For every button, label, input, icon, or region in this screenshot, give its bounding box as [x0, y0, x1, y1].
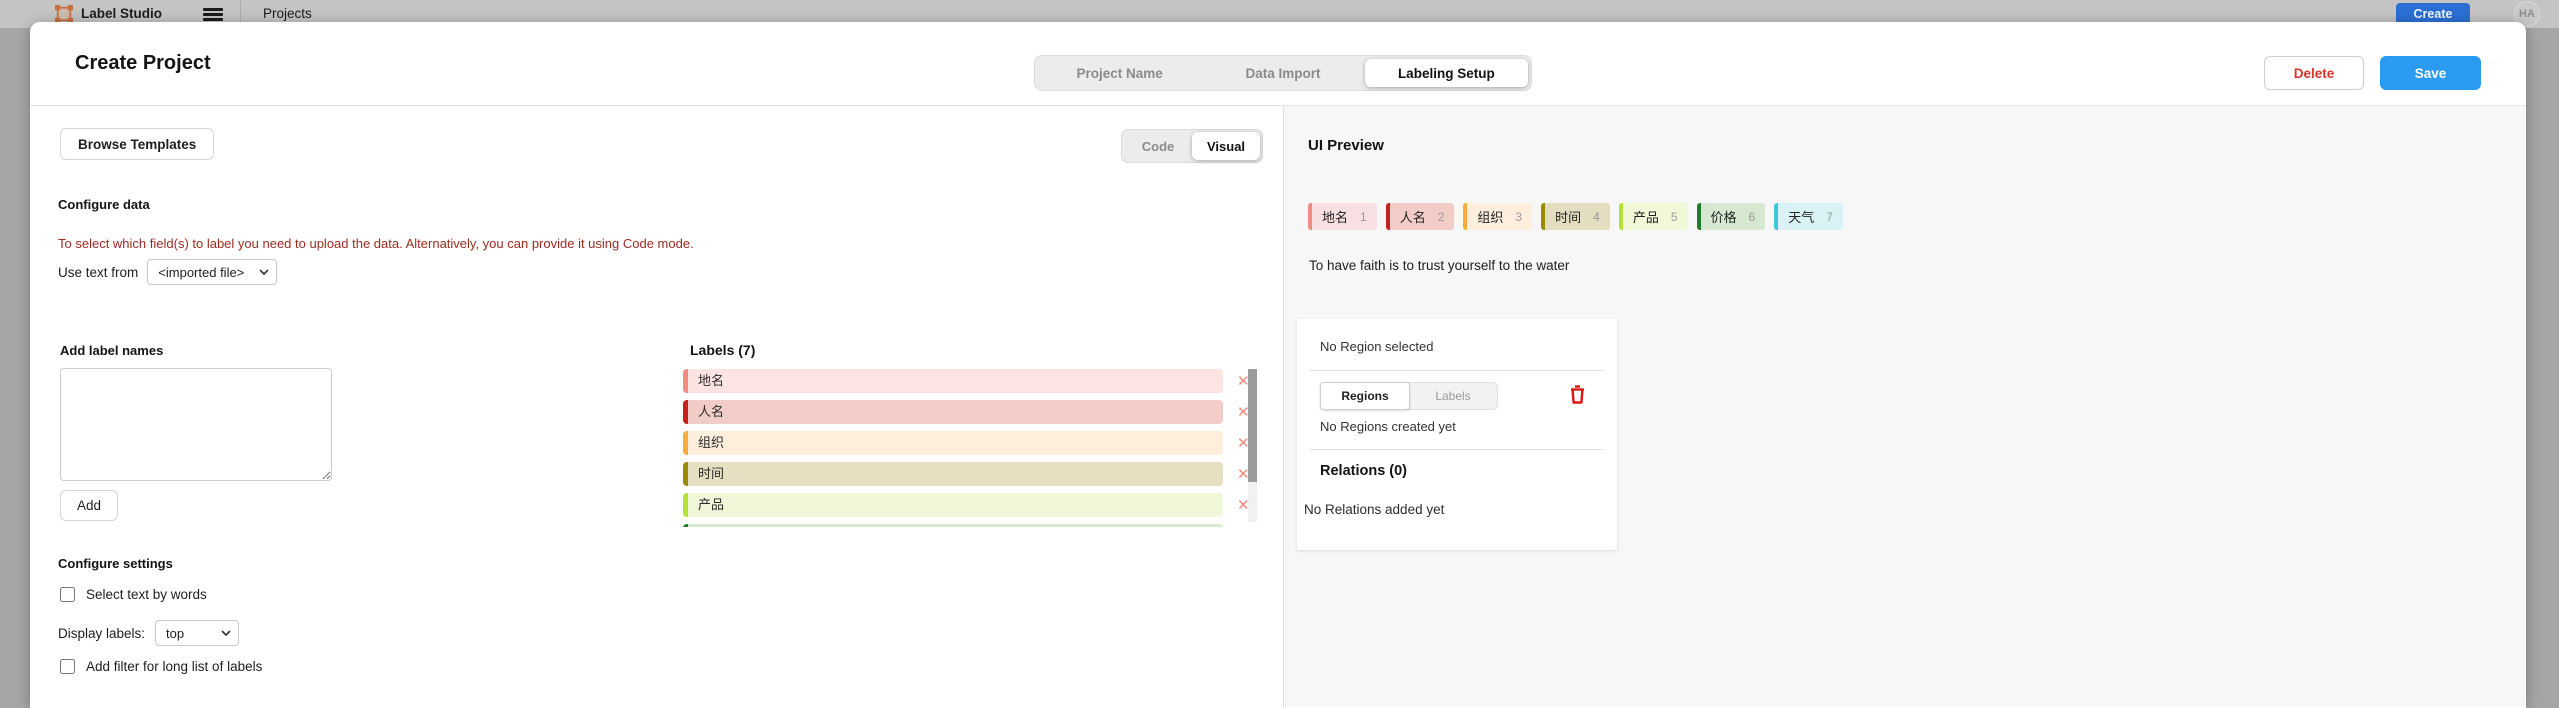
preview-label-tag[interactable]: 产品 5 — [1619, 203, 1688, 230]
preview-label-tag[interactable]: 人名 2 — [1386, 203, 1455, 230]
add-filter-row: Add filter for long list of labels — [60, 659, 262, 674]
labels-count-heading: Labels (7) — [690, 342, 755, 358]
preview-label-tag[interactable]: 时间 4 — [1541, 203, 1610, 230]
preview-tag-hotkey: 3 — [1515, 210, 1522, 224]
preview-label-tag[interactable]: 价格 6 — [1697, 203, 1766, 230]
page-title: Create Project — [75, 52, 211, 75]
preview-tag-hotkey: 2 — [1438, 210, 1445, 224]
label-row: 产品✕ — [683, 493, 1258, 517]
regions-labels-toggle: Regions Labels — [1320, 382, 1498, 410]
add-label-button[interactable]: Add — [60, 490, 118, 521]
configure-data-heading: Configure data — [58, 197, 150, 212]
preview-tag-label: 时间 — [1555, 207, 1581, 226]
label-pill: 价格 — [683, 524, 1223, 527]
region-panel: No Region selected Regions Labels No Reg… — [1297, 319, 1617, 550]
use-text-from-row: Use text from <imported file> — [58, 259, 277, 285]
no-region-selected-text: No Region selected — [1320, 339, 1433, 354]
labels-scrollbar-thumb[interactable] — [1248, 369, 1257, 482]
preview-tag-hotkey: 1 — [1360, 210, 1367, 224]
tab-labels[interactable]: Labels — [1409, 383, 1497, 409]
divider — [1310, 370, 1604, 371]
configure-data-warning: To select which field(s) to label you ne… — [58, 236, 694, 251]
preview-tag-label: 组织 — [1477, 207, 1503, 226]
preview-tag-hotkey: 6 — [1749, 210, 1756, 224]
preview-tag-label: 产品 — [1633, 207, 1659, 226]
trash-icon[interactable] — [1569, 384, 1586, 404]
ui-preview-panel: UI Preview 地名 1 人名 2 组织 3 时间 4 产品 5 价格 6 天气 7 To have… — [1284, 106, 2526, 707]
code-visual-toggle: Code Visual — [1121, 129, 1263, 163]
preview-tag-label: 天气 — [1788, 207, 1814, 226]
preview-label-tag[interactable]: 天气 7 — [1774, 203, 1843, 230]
display-labels-select[interactable]: top — [155, 620, 239, 646]
display-labels-label: Display labels: — [58, 626, 145, 641]
tab-data-import[interactable]: Data Import — [1201, 59, 1364, 87]
config-panel: Browse Templates Code Visual Configure d… — [30, 106, 1284, 707]
label-pill: 时间 — [683, 462, 1223, 486]
setup-tabs: Project NameData ImportLabeling Setup — [1034, 55, 1532, 91]
modal-body: Browse Templates Code Visual Configure d… — [30, 106, 2526, 707]
select-by-words-row: Select text by words — [60, 587, 207, 602]
tab-project-name[interactable]: Project Name — [1038, 59, 1201, 87]
label-pill: 地名 — [683, 369, 1223, 393]
divider — [1310, 449, 1604, 450]
labels-scrollbar — [1248, 369, 1257, 522]
label-row: 地名✕ — [683, 369, 1258, 393]
label-row: 价格✕ — [683, 524, 1258, 527]
label-row: 组织✕ — [683, 431, 1258, 455]
preview-tag-hotkey: 4 — [1593, 210, 1600, 224]
label-row: 人名✕ — [683, 400, 1258, 424]
preview-tag-hotkey: 7 — [1826, 210, 1833, 224]
delete-button[interactable]: Delete — [2264, 56, 2364, 90]
tab-labeling-setup[interactable]: Labeling Setup — [1365, 59, 1528, 87]
preview-tag-hotkey: 5 — [1671, 210, 1678, 224]
select-by-words-label: Select text by words — [86, 587, 207, 602]
text-source-select[interactable]: <imported file> — [147, 259, 277, 285]
sample-text: To have faith is to trust yourself to th… — [1309, 258, 1569, 273]
label-names-textarea[interactable] — [60, 368, 332, 481]
label-pill: 产品 — [683, 493, 1223, 517]
modal-header: Create Project Project NameData ImportLa… — [30, 22, 2526, 106]
screen: Label Studio Projects Create HA Create P… — [0, 0, 2559, 708]
save-button[interactable]: Save — [2380, 56, 2481, 90]
label-pill: 组织 — [683, 431, 1223, 455]
toggle-visual[interactable]: Visual — [1192, 132, 1260, 160]
display-labels-row: Display labels: top — [58, 620, 239, 646]
labels-list: 地名✕人名✕组织✕时间✕产品✕价格✕天气✕ — [683, 369, 1258, 527]
select-by-words-checkbox[interactable] — [60, 587, 75, 602]
app-name: Label Studio — [81, 6, 162, 21]
preview-tag-label: 地名 — [1322, 207, 1348, 226]
preview-tag-label: 价格 — [1711, 207, 1737, 226]
no-regions-created-text: No Regions created yet — [1320, 419, 1456, 434]
create-project-modal: Create Project Project NameData ImportLa… — [30, 22, 2526, 708]
browse-templates-button[interactable]: Browse Templates — [60, 128, 214, 160]
no-relations-text: No Relations added yet — [1304, 502, 1444, 517]
hamburger-menu-icon[interactable] — [203, 8, 223, 21]
relations-heading: Relations (0) — [1320, 463, 1407, 479]
label-pill: 人名 — [683, 400, 1223, 424]
label-studio-logo-icon — [55, 5, 73, 23]
add-label-names-heading: Add label names — [60, 343, 163, 358]
configure-settings-heading: Configure settings — [58, 556, 173, 571]
preview-label-tag[interactable]: 组织 3 — [1463, 203, 1532, 230]
nav-projects[interactable]: Projects — [263, 6, 312, 21]
preview-tags: 地名 1 人名 2 组织 3 时间 4 产品 5 价格 6 天气 7 — [1308, 203, 1843, 230]
label-row: 时间✕ — [683, 462, 1258, 486]
add-filter-label: Add filter for long list of labels — [86, 659, 262, 674]
toggle-code[interactable]: Code — [1124, 132, 1192, 160]
add-filter-checkbox[interactable] — [60, 659, 75, 674]
ui-preview-heading: UI Preview — [1308, 137, 1384, 154]
preview-label-tag[interactable]: 地名 1 — [1308, 203, 1377, 230]
tab-regions[interactable]: Regions — [1320, 382, 1410, 410]
preview-tag-label: 人名 — [1400, 207, 1426, 226]
use-text-from-label: Use text from — [58, 265, 138, 280]
